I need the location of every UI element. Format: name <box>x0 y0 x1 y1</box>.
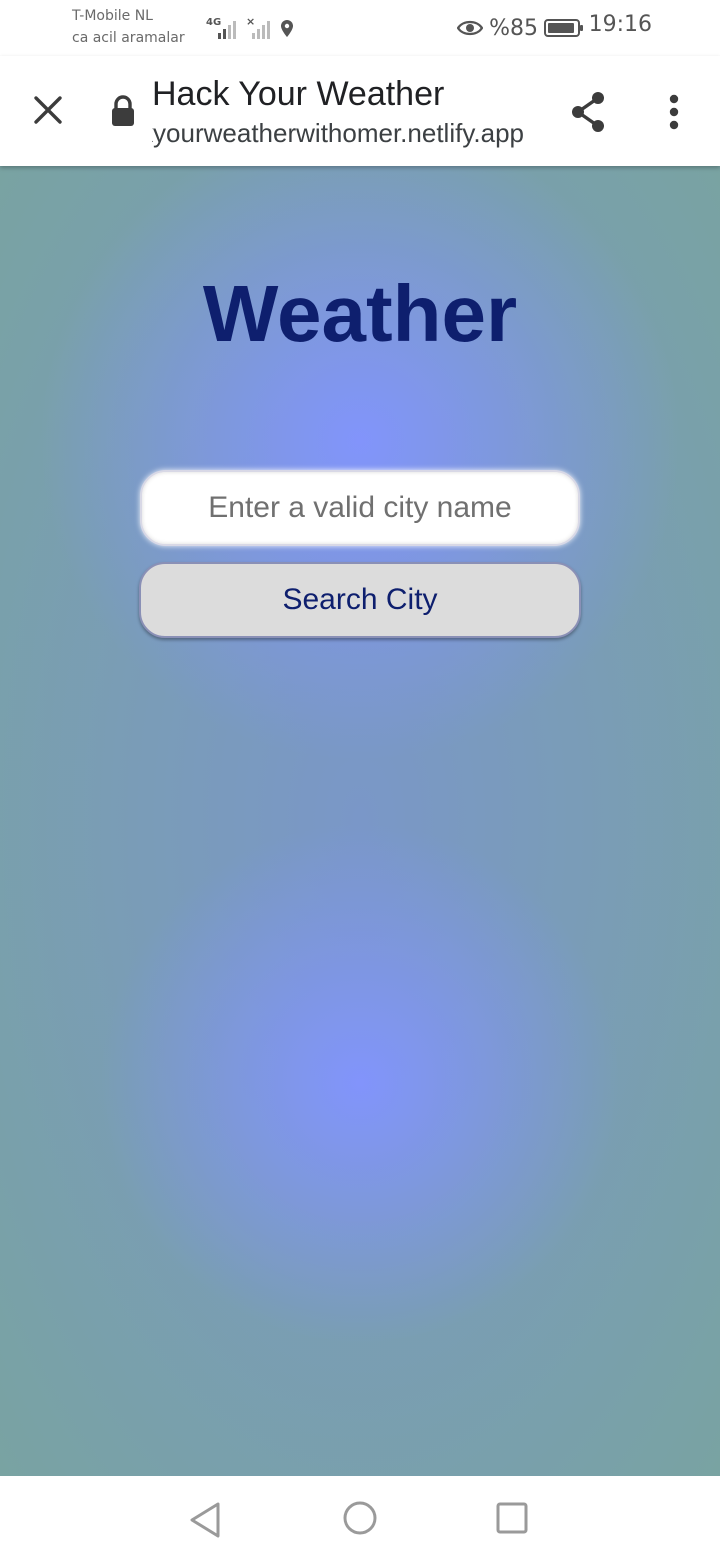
web-page-content: Weather Search City <box>0 166 720 1476</box>
back-icon[interactable] <box>184 1498 228 1542</box>
network-type: 4G <box>206 17 221 28</box>
home-icon[interactable] <box>338 1496 382 1540</box>
no-signal-icon: × <box>246 15 270 39</box>
location-icon <box>281 20 293 37</box>
phone-screen: T-Mobile NL ca acil aramalar 4G × %85 19… <box>0 0 720 1560</box>
battery-percent: %85 <box>489 15 538 41</box>
city-search-input[interactable] <box>140 470 580 546</box>
svg-text:×: × <box>246 15 255 28</box>
page-url: hackyourweatherwithomer.netlify.app <box>152 118 524 148</box>
close-icon <box>34 96 62 124</box>
clock: 19:16 <box>588 12 652 37</box>
page-heading: Weather <box>202 269 518 358</box>
search-city-button[interactable]: Search City <box>139 562 581 638</box>
eye-icon <box>457 20 484 36</box>
more-vert-icon <box>669 94 679 130</box>
lock-icon[interactable] <box>108 94 138 128</box>
more-options-button[interactable] <box>652 86 696 138</box>
recents-icon[interactable] <box>490 1496 534 1540</box>
signal-icon: 4G <box>206 17 236 39</box>
status-right-group: %85 <box>457 12 584 44</box>
url-block[interactable]: Hack Your Weather hackyourweatherwithome… <box>152 72 530 152</box>
carrier-name: T-Mobile NL <box>72 8 153 24</box>
share-icon <box>572 92 604 132</box>
close-button[interactable] <box>22 84 74 136</box>
system-navigation-bar <box>0 1476 720 1560</box>
carrier-status: ca acil aramalar <box>72 30 185 46</box>
status-bar: T-Mobile NL ca acil aramalar 4G × %85 19… <box>0 0 720 56</box>
signal-indicators: 4G × <box>206 14 302 42</box>
share-button[interactable] <box>562 86 614 138</box>
page-title: Hack Your Weather <box>152 75 445 113</box>
custom-tab-toolbar: Hack Your Weather hackyourweatherwithome… <box>0 56 720 166</box>
battery-icon <box>544 19 583 37</box>
